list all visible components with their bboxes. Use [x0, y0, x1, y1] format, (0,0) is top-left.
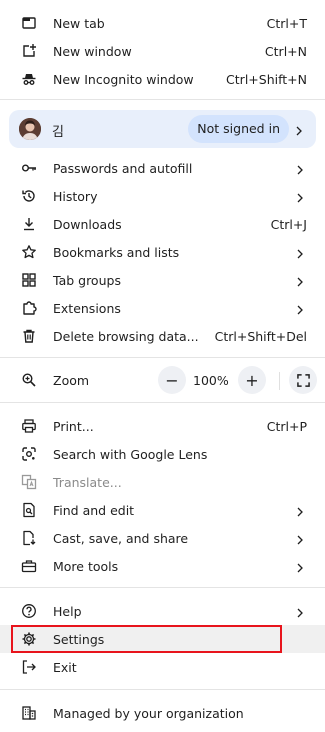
google-lens-label: Search with Google Lens: [53, 446, 208, 462]
toolbox-icon: [20, 557, 38, 575]
bookmarks-label: Bookmarks and lists: [53, 244, 180, 260]
divider: [0, 587, 325, 588]
exit-label: Exit: [53, 659, 77, 675]
chrome-menu: New tab Ctrl+T New window Ctrl+N New Inc…: [0, 0, 325, 732]
passwords-label: Passwords and autofill: [53, 160, 193, 176]
more-tools-label: More tools: [53, 558, 119, 574]
key-icon: [20, 159, 38, 177]
zoom-icon: [20, 371, 38, 389]
menu-item-zoom: Zoom − 100% +: [0, 366, 325, 394]
chevron-right-icon: [295, 505, 305, 517]
zoom-level: 100%: [193, 372, 229, 388]
new-incognito-shortcut: Ctrl+Shift+N: [226, 71, 307, 87]
puzzle-icon: [20, 299, 38, 317]
building-icon: [20, 704, 38, 722]
zoom-label: Zoom: [53, 372, 90, 388]
divider: [0, 99, 325, 100]
help-label: Help: [53, 603, 82, 619]
translate-label: Translate...: [53, 474, 122, 490]
menu-item-new-incognito[interactable]: New Incognito window Ctrl+Shift+N: [0, 65, 325, 93]
download-icon: [20, 215, 38, 233]
star-icon: [20, 243, 38, 261]
sign-in-status-badge[interactable]: Not signed in: [188, 115, 289, 143]
save-page-icon: [20, 529, 38, 547]
menu-item-delete-browsing-data[interactable]: Delete browsing data... Ctrl+Shift+Del: [0, 322, 325, 350]
chevron-right-icon: [295, 561, 305, 573]
print-shortcut: Ctrl+P: [266, 418, 307, 434]
new-window-shortcut: Ctrl+N: [264, 43, 307, 59]
find-in-page-icon: [20, 501, 38, 519]
new-tab-label: New tab: [53, 15, 105, 31]
managed-label: Managed by your organization: [53, 705, 244, 721]
cast-save-share-label: Cast, save, and share: [53, 530, 189, 546]
menu-item-print[interactable]: Print... Ctrl+P: [0, 412, 325, 440]
help-icon: [20, 602, 38, 620]
zoom-in-button[interactable]: +: [238, 366, 266, 394]
new-incognito-label: New Incognito window: [53, 71, 194, 87]
print-label: Print...: [53, 418, 94, 434]
tab-groups-label: Tab groups: [53, 272, 121, 288]
menu-item-settings[interactable]: Settings: [0, 625, 325, 653]
extensions-label: Extensions: [53, 300, 121, 316]
menu-item-help[interactable]: Help: [0, 597, 325, 625]
menu-item-bookmarks[interactable]: Bookmarks and lists: [0, 238, 325, 266]
menu-item-exit[interactable]: Exit: [0, 653, 325, 681]
zoom-separator: [279, 372, 280, 390]
chevron-right-icon: [295, 247, 305, 259]
find-and-edit-label: Find and edit: [53, 502, 135, 518]
printer-icon: [20, 417, 38, 435]
menu-item-more-tools[interactable]: More tools: [0, 552, 325, 580]
delete-browsing-data-label: Delete browsing data...: [53, 328, 199, 344]
menu-item-new-window[interactable]: New window Ctrl+N: [0, 37, 325, 65]
chevron-right-icon: [295, 275, 305, 287]
chevron-right-icon: [295, 191, 305, 203]
menu-item-tab-groups[interactable]: Tab groups: [0, 266, 325, 294]
menu-item-managed[interactable]: Managed by your organization: [0, 699, 325, 727]
profile-name: 김: [52, 125, 64, 140]
profile-row[interactable]: 김 Not signed in: [9, 110, 316, 148]
fullscreen-icon: [296, 373, 310, 387]
menu-item-google-lens[interactable]: Search with Google Lens: [0, 440, 325, 468]
new-tab-shortcut: Ctrl+T: [266, 15, 307, 31]
menu-item-new-tab[interactable]: New tab Ctrl+T: [0, 9, 325, 37]
chevron-right-icon: [295, 606, 305, 618]
new-window-label: New window: [53, 43, 132, 59]
downloads-shortcut: Ctrl+J: [270, 216, 307, 232]
delete-browsing-data-shortcut: Ctrl+Shift+Del: [214, 328, 307, 344]
downloads-label: Downloads: [53, 216, 122, 232]
chevron-right-icon: [295, 303, 305, 315]
history-icon: [20, 187, 38, 205]
menu-item-translate[interactable]: Translate...: [0, 468, 325, 496]
menu-item-extensions[interactable]: Extensions: [0, 294, 325, 322]
avatar: [19, 118, 41, 140]
menu-item-cast-save-share[interactable]: Cast, save, and share: [0, 524, 325, 552]
chevron-right-icon: [295, 163, 305, 175]
exit-icon: [20, 658, 38, 676]
divider: [0, 689, 325, 690]
translate-icon: [20, 473, 38, 491]
menu-item-passwords[interactable]: Passwords and autofill: [0, 154, 325, 182]
trash-icon: [20, 327, 38, 345]
menu-item-history[interactable]: History: [0, 182, 325, 210]
tab-groups-icon: [20, 271, 38, 289]
chevron-right-icon: [294, 124, 304, 136]
incognito-icon: [20, 70, 38, 88]
new-tab-icon: [20, 14, 38, 32]
new-window-icon: [20, 42, 38, 60]
history-label: History: [53, 188, 98, 204]
settings-label: Settings: [53, 631, 105, 647]
fullscreen-button[interactable]: [289, 366, 317, 394]
zoom-out-button[interactable]: −: [158, 366, 186, 394]
gear-icon: [20, 630, 38, 648]
menu-item-find-and-edit[interactable]: Find and edit: [0, 496, 325, 524]
divider: [0, 357, 325, 358]
menu-item-downloads[interactable]: Downloads Ctrl+J: [0, 210, 325, 238]
divider: [0, 402, 325, 403]
chevron-right-icon: [295, 533, 305, 545]
google-lens-icon: [20, 445, 38, 463]
